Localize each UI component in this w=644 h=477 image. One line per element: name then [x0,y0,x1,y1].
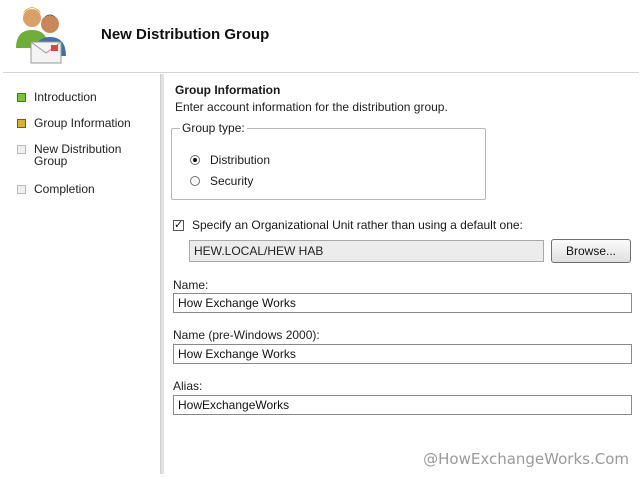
radio-distribution[interactable]: Distribution [190,153,270,167]
step-completion[interactable]: Completion [17,183,134,195]
name-input[interactable]: How Exchange Works [173,293,632,313]
group-type-legend: Group type: [180,121,247,135]
pane-divider [160,74,164,474]
step-group-information[interactable]: Group Information [17,117,134,129]
step-complete-icon [17,93,26,102]
radio-selected-icon[interactable] [190,155,200,165]
steps-pane: Introduction Group Information New Distr… [3,73,160,474]
step-label: New Distribution Group [34,142,122,168]
step-label: Group Information [34,116,131,130]
alias-label: Alias: [173,379,203,393]
name-label: Name: [173,278,209,292]
alias-input[interactable]: HowExchangeWorks [173,395,632,415]
section-title: Group Information [175,83,281,97]
radio-unselected-icon[interactable] [190,176,200,186]
ou-checkbox-row[interactable]: Specify an Organizational Unit rather th… [173,218,523,232]
group-type-groupbox: Group type: Distribution Security [171,121,486,200]
ou-checkbox[interactable] [173,218,184,231]
wizard-title: New Distribution Group [101,26,270,43]
step-label: Completion [34,182,95,196]
radio-label: Distribution [210,153,271,167]
step-new-distribution-group[interactable]: New Distribution Group [17,143,134,167]
step-label: Introduction [34,90,97,104]
wizard-window: New Distribution Group Introduction Grou… [3,2,639,474]
step-current-icon [17,119,26,128]
wizard-header: New Distribution Group [3,2,639,72]
name-pre2000-label: Name (pre-Windows 2000): [173,328,320,342]
watermark-text: @HowExchangeWorks.Com [423,450,629,468]
name-pre2000-input[interactable]: How Exchange Works [173,344,632,364]
radio-label: Security [210,174,254,188]
ou-checkbox-label: Specify an Organizational Unit rather th… [192,218,523,232]
browse-button[interactable]: Browse... [551,239,631,263]
radio-security[interactable]: Security [190,174,253,188]
step-pending-icon [17,145,26,154]
section-description: Enter account information for the distri… [175,100,448,114]
step-pending-icon [17,185,26,194]
step-introduction[interactable]: Introduction [17,91,134,103]
users-group-icon [13,4,69,66]
content-pane: Group Information Enter account informat… [165,73,639,474]
ou-path-field: HEW.LOCAL/HEW HAB [189,240,544,262]
